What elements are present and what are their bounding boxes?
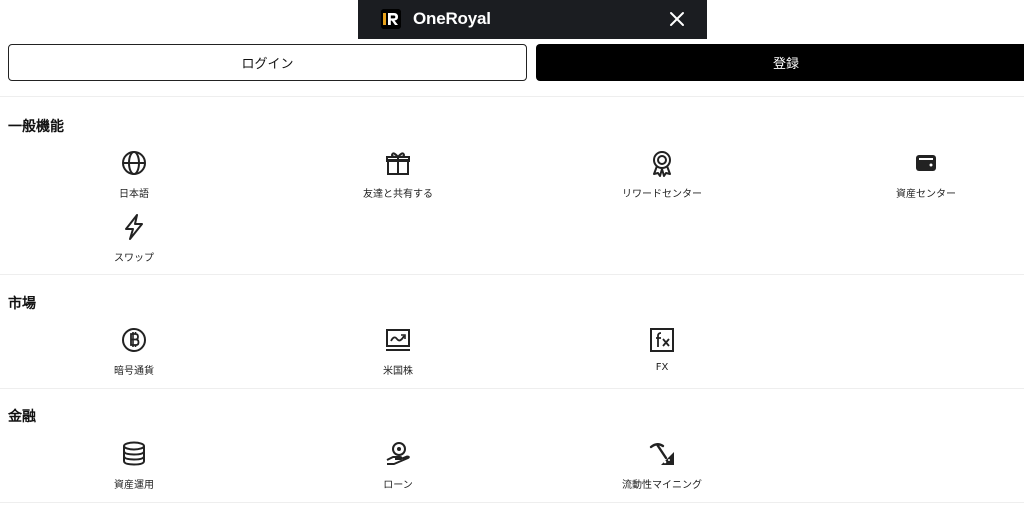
menu-item-asset-management[interactable]: 資産運用 bbox=[54, 438, 214, 494]
app-name: OneRoyal bbox=[413, 9, 491, 28]
menu-item-swap[interactable]: スワップ bbox=[54, 211, 214, 267]
stock-chart-icon bbox=[386, 329, 410, 351]
menu-item-loan[interactable]: ローン bbox=[318, 438, 478, 494]
menu-item-label: 資産運用 bbox=[114, 480, 154, 491]
menu-item-label: 暗号通貨 bbox=[114, 366, 154, 377]
menu-item-us-stocks[interactable]: 米国株 bbox=[318, 324, 478, 380]
login-button[interactable]: ログイン bbox=[8, 44, 527, 81]
menu-item-label: ローン bbox=[383, 480, 413, 491]
register-button[interactable]: 登録 bbox=[536, 44, 1024, 81]
coin-stack-icon bbox=[123, 441, 145, 466]
divider bbox=[0, 502, 1024, 503]
menu-item-label: 流動性マイニング bbox=[622, 480, 702, 491]
fx-icon bbox=[650, 328, 674, 352]
oneroyal-logo-icon bbox=[381, 9, 401, 29]
bitcoin-icon bbox=[122, 328, 146, 352]
divider bbox=[0, 274, 1024, 275]
divider bbox=[0, 96, 1024, 97]
menu-item-label: FX bbox=[655, 362, 669, 373]
menu-item-asset-center[interactable]: 資産センター bbox=[846, 147, 1006, 203]
app-banner: OneRoyal bbox=[358, 0, 707, 39]
section-title-general: 一般機能 bbox=[8, 119, 64, 135]
section-title-markets: 市場 bbox=[8, 296, 36, 312]
loan-hand-icon bbox=[386, 442, 410, 465]
menu-item-label: 友達と共有する bbox=[363, 189, 433, 200]
menu-item-language[interactable]: 日本語 bbox=[54, 147, 214, 203]
mining-pickaxe-icon bbox=[649, 443, 674, 465]
menu-item-fx[interactable]: FX bbox=[582, 324, 742, 380]
close-icon[interactable] bbox=[667, 9, 687, 29]
award-icon bbox=[653, 151, 671, 177]
lightning-icon bbox=[125, 214, 143, 240]
menu-item-crypto[interactable]: 暗号通貨 bbox=[54, 324, 214, 380]
menu-item-label: スワップ bbox=[114, 253, 154, 264]
menu-item-rewards-center[interactable]: リワードセンター bbox=[582, 147, 742, 203]
section-title-finance: 金融 bbox=[8, 409, 36, 425]
menu-item-liquidity-mining[interactable]: 流動性マイニング bbox=[582, 438, 742, 494]
wallet-icon bbox=[916, 155, 936, 171]
gift-icon bbox=[386, 152, 410, 175]
globe-icon bbox=[122, 151, 146, 175]
menu-item-share-friends[interactable]: 友達と共有する bbox=[318, 147, 478, 203]
divider bbox=[0, 388, 1024, 389]
menu-item-label: 日本語 bbox=[119, 189, 149, 200]
menu-item-label: 米国株 bbox=[383, 366, 413, 377]
menu-item-label: 資産センター bbox=[896, 189, 956, 200]
menu-item-label: リワードセンター bbox=[622, 189, 702, 200]
